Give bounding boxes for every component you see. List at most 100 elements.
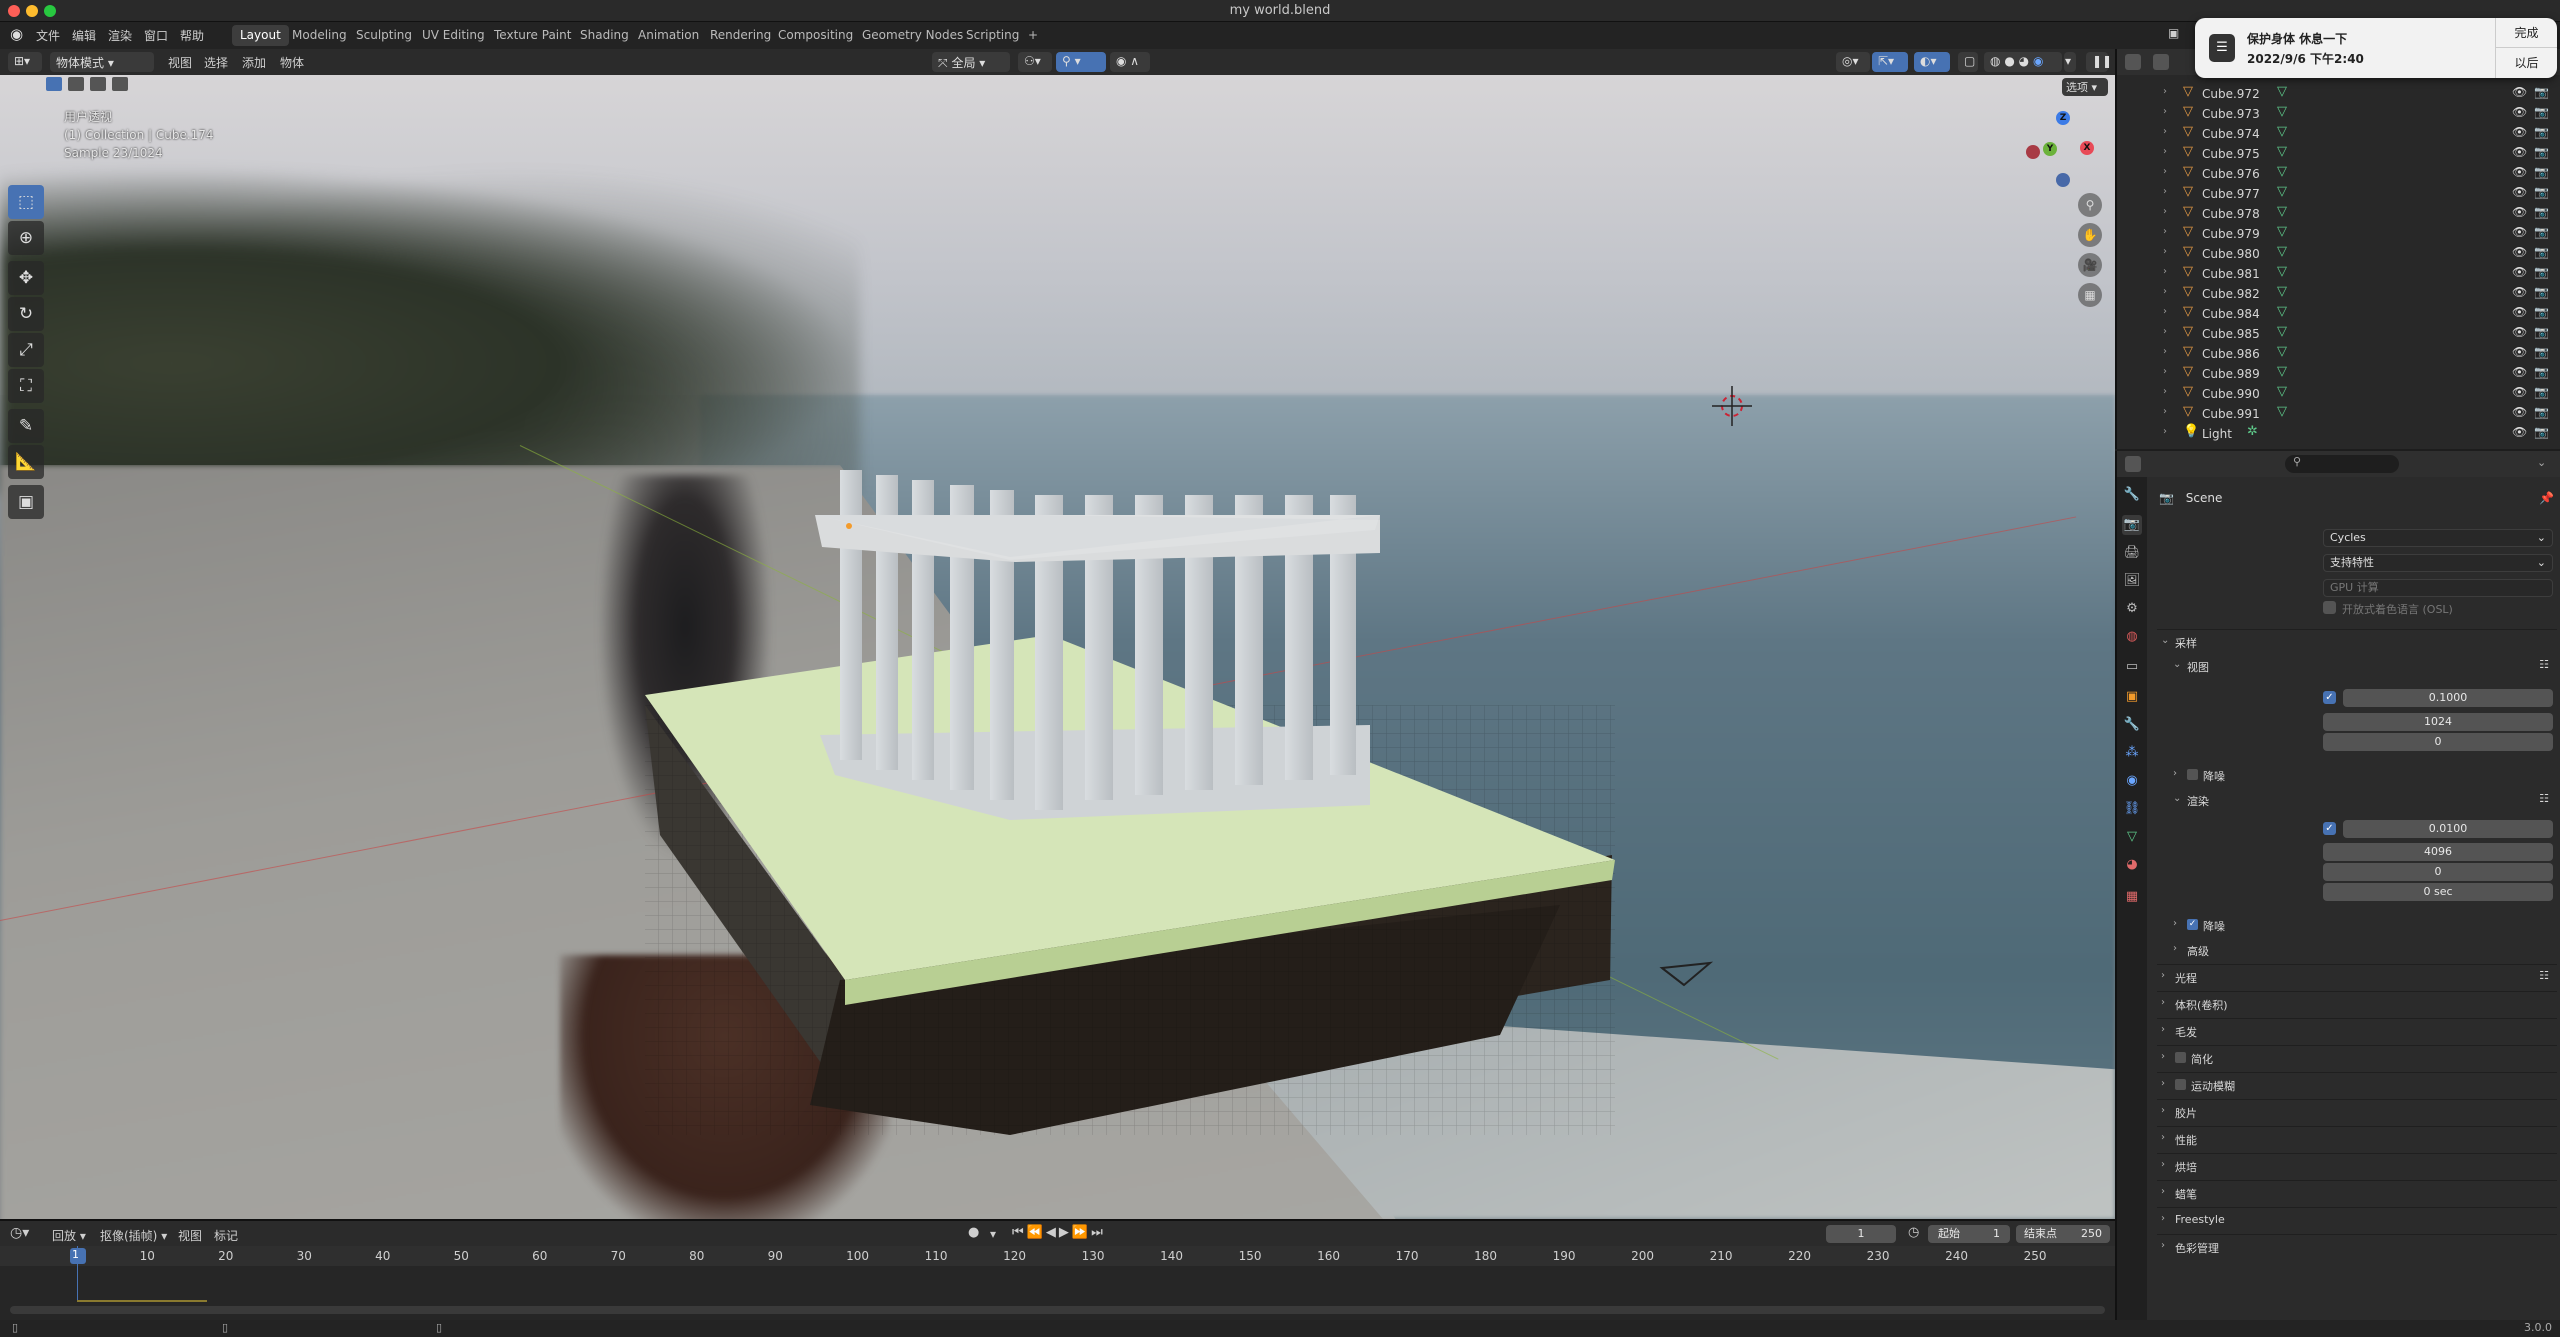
material-tab-icon[interactable]: ◕ [2122,855,2142,875]
outliner-row[interactable]: › ▽ Cube.978 ▽ 👁 📷 [2117,204,2560,224]
jump-keyframe-back-icon[interactable]: ⏪ [1027,1225,1046,1240]
menu-file[interactable]: 文件 [36,27,60,44]
timeline-ruler[interactable]: 1102030405060708090100110120130140150160… [0,1246,2115,1266]
pin-icon[interactable]: 📌 [2539,491,2554,505]
eye-icon[interactable]: 👁 [2512,205,2527,219]
physics-tab-icon[interactable]: ◉ [2122,771,2142,791]
viewport-noise-threshold-checkbox[interactable]: ✓ [2323,691,2336,704]
eye-icon[interactable]: 👁 [2512,385,2527,399]
pan-hand-icon[interactable]: ✋ [2078,223,2102,247]
properties-section[interactable]: › 体积(卷积) [2157,991,2557,1015]
outliner-row[interactable]: › ▽ Cube.972 ▽ 👁 📷 [2117,84,2560,104]
expand-arrow-icon[interactable]: › [2163,426,2167,437]
shading-modes[interactable]: ◍ ● ◕ ◉ [1984,52,2062,72]
menu-render[interactable]: 渲染 [108,27,132,44]
tab-scripting[interactable]: Scripting [958,25,1027,46]
expand-arrow-icon[interactable]: › [2163,86,2167,97]
viewport-noise-threshold-field[interactable]: 0.1000 [2343,689,2553,707]
tab-layout[interactable]: Layout [232,25,289,46]
jump-end-icon[interactable]: ⏭ [1091,1225,1106,1240]
feature-set-dropdown[interactable]: 支持特性 ⌄ [2323,554,2553,572]
expand-arrow-icon[interactable]: › [2163,406,2167,417]
data-tab-icon[interactable]: ▽ [2122,827,2142,847]
render-camera-icon[interactable]: 📷 [2534,185,2549,199]
outliner-row[interactable]: › ▽ Cube.975 ▽ 👁 📷 [2117,144,2560,164]
expand-arrow-icon[interactable]: › [2163,126,2167,137]
move-tool-icon[interactable]: ✥ [8,261,44,295]
eye-icon[interactable]: 👁 [2512,105,2527,119]
timeline-editor-type-icon[interactable]: ◷▾ [10,1225,29,1241]
timeline-body[interactable]: 1102030405060708090100110120130140150160… [0,1246,2115,1320]
properties-section[interactable]: › 运动模糊 [2157,1072,2557,1096]
render-min-samples-field[interactable]: 0 [2323,863,2553,881]
expand-arrow-icon[interactable]: › [2163,266,2167,277]
camera-view-icon[interactable]: 🎥 [2078,253,2102,277]
eye-icon[interactable]: 👁 [2512,185,2527,199]
eye-icon[interactable]: 👁 [2512,225,2527,239]
properties-section[interactable]: › Freestyle [2157,1207,2557,1231]
particles-tab-icon[interactable]: ⁂ [2122,743,2142,763]
outliner-editor-type-icon[interactable] [2125,54,2141,70]
eye-icon[interactable]: 👁 [2512,285,2527,299]
render-camera-icon[interactable]: 📷 [2534,105,2549,119]
render-camera-icon[interactable]: 📷 [2534,325,2549,339]
rotate-tool-icon[interactable]: ↻ [8,297,44,331]
tab-sculpting[interactable]: Sculpting [348,25,420,46]
outliner-row[interactable]: › ▽ Cube.973 ▽ 👁 📷 [2117,104,2560,124]
menu-help[interactable]: 帮助 [180,27,204,44]
material-shading-icon[interactable]: ◕ [2019,54,2029,68]
transform-tool-icon[interactable]: ⛶ [8,369,44,403]
eye-icon[interactable]: 👁 [2512,425,2527,439]
outliner-row[interactable]: › ▽ Cube.982 ▽ 👁 📷 [2117,284,2560,304]
expand-arrow-icon[interactable]: › [2163,346,2167,357]
world-tab-icon[interactable]: ◍ [2122,627,2142,647]
eye-icon[interactable]: 👁 [2512,245,2527,259]
eye-icon[interactable]: 👁 [2512,345,2527,359]
properties-search-input[interactable]: ⚲ [2285,455,2399,473]
rendered-shading-icon[interactable]: ◉ [2033,54,2043,68]
outliner-row[interactable]: › ▽ Cube.974 ▽ 👁 📷 [2117,124,2560,144]
render-camera-icon[interactable]: 📷 [2534,285,2549,299]
select-new-icon[interactable] [46,77,62,91]
expand-arrow-icon[interactable]: › [2163,186,2167,197]
add-cube-tool-icon[interactable]: ▣ [8,485,44,519]
select-subtract-icon[interactable] [90,77,107,91]
eye-icon[interactable]: 👁 [2512,325,2527,339]
render-tab-icon[interactable]: 📷 [2122,515,2142,535]
outliner-row[interactable]: › ▽ Cube.981 ▽ 👁 📷 [2117,264,2560,284]
render-camera-icon[interactable]: 📷 [2534,245,2549,259]
record-icon[interactable]: ● [968,1225,979,1240]
expand-arrow-icon[interactable]: › [2163,306,2167,317]
eye-icon[interactable]: 👁 [2512,165,2527,179]
editor-type-icon[interactable]: ⊞▾ [8,52,42,72]
proportional-edit-icon[interactable]: ◉ ∧ [1110,52,1150,72]
scene-selector-icon[interactable]: ▣ [2168,26,2179,40]
outliner-row[interactable]: › ▽ Cube.986 ▽ 👁 📷 [2117,344,2560,364]
eye-icon[interactable]: 👁 [2512,405,2527,419]
eye-icon[interactable]: 👁 [2512,125,2527,139]
render-noise-threshold-checkbox[interactable]: ✓ [2323,822,2336,835]
scale-tool-icon[interactable]: ⤢ [8,333,44,367]
render-camera-icon[interactable]: 📷 [2534,125,2549,139]
gizmo-toggle-icon[interactable]: ⇱▾ [1872,52,1908,72]
temple-model[interactable] [0,75,2115,1219]
device-dropdown[interactable]: GPU 计算 [2323,579,2553,597]
render-camera-icon[interactable]: 📷 [2534,385,2549,399]
cursor-tool-icon[interactable]: ⊕ [8,221,44,255]
eye-icon[interactable]: 👁 [2512,365,2527,379]
tab-texture-paint[interactable]: Texture Paint [486,25,579,46]
render-camera-icon[interactable]: 📷 [2534,305,2549,319]
play-reverse-icon[interactable]: ◀ [1046,1225,1059,1240]
expand-arrow-icon[interactable]: › [2163,246,2167,257]
viewport-sampling-subsection[interactable]: ⌄ 视图 ☷ [2169,654,2557,678]
viewport-min-samples-field[interactable]: 0 [2323,733,2553,751]
expand-arrow-icon[interactable]: › [2163,286,2167,297]
properties-section[interactable]: › 蜡笔 [2157,1180,2557,1204]
gizmo-y-icon[interactable]: Y [2043,142,2057,156]
expand-arrow-icon[interactable]: › [2163,166,2167,177]
measure-tool-icon[interactable]: 📐 [8,445,44,479]
3d-viewport[interactable]: 用户透视 (1) Collection | Cube.174 Sample 23… [0,75,2115,1219]
zoom-icon[interactable]: ⚲ [2078,193,2102,217]
render-camera-icon[interactable]: 📷 [2534,145,2549,159]
timeline-scrollbar[interactable] [10,1306,2105,1314]
